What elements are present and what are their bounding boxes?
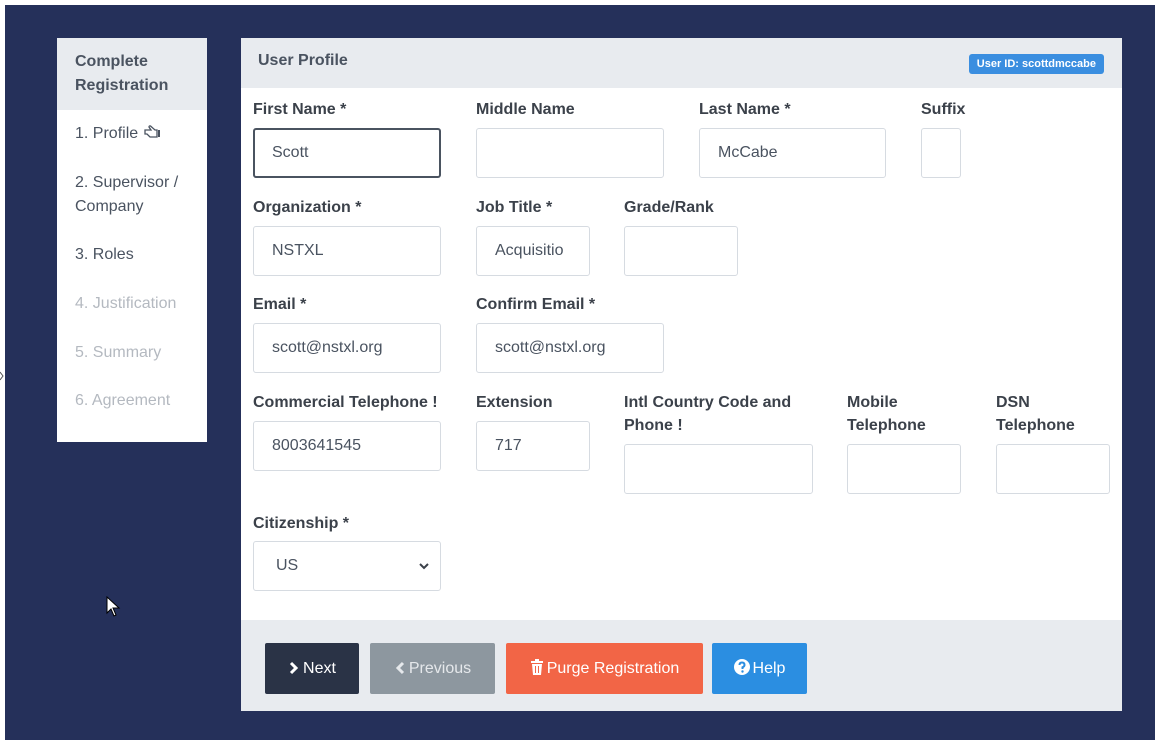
help-button-label: Help [752, 660, 786, 677]
intl-phone-label: Intl Country Code and Phone ! [624, 394, 792, 434]
trash-icon [530, 659, 543, 675]
suffix-label: Suffix [921, 101, 966, 118]
user-profile-panel: User Profile User ID: scottdmccabe First… [241, 38, 1122, 711]
commercial-telephone-input[interactable] [253, 421, 441, 471]
form-footer: Next Previous Purge Registration Help [241, 620, 1122, 711]
step-profile-label: 1. Profile [75, 125, 139, 142]
chevron-right-icon [289, 661, 299, 675]
step-agreement: 6. Agreement [75, 392, 171, 409]
next-button[interactable]: Next [265, 643, 359, 694]
mouse-cursor-icon [106, 596, 121, 617]
step-profile[interactable]: 1. Profile [57, 122, 179, 146]
chevron-down-icon [419, 563, 429, 570]
email-input[interactable] [253, 323, 441, 373]
middle-name-input[interactable] [476, 128, 664, 178]
suffix-input[interactable] [921, 128, 961, 178]
panel-header: User Profile User ID: scottdmccabe [241, 38, 1122, 88]
help-button[interactable]: Help [712, 643, 807, 694]
question-circle-icon [733, 659, 750, 675]
extension-input[interactable] [476, 421, 590, 471]
step-summary: 5. Summary [75, 344, 162, 361]
intl-phone-input[interactable] [624, 444, 813, 494]
grade-rank-input[interactable] [624, 226, 738, 276]
organization-label: Organization * [253, 199, 362, 216]
previous-button: Previous [370, 643, 495, 694]
mobile-telephone-label: Mobile Telephone [847, 394, 926, 434]
job-title-label: Job Title * [476, 199, 553, 216]
first-name-input[interactable] [253, 128, 441, 178]
citizenship-label: Citizenship * [253, 515, 350, 532]
last-name-label: Last Name * [699, 101, 791, 118]
extension-label: Extension [476, 394, 553, 411]
registration-steps-sidebar: Complete Registration 1. Profile 2. Supe… [57, 38, 207, 442]
citizenship-select[interactable]: US [253, 541, 441, 591]
email-label: Email * [253, 296, 307, 313]
confirm-email-input[interactable] [476, 323, 664, 373]
purge-registration-button[interactable]: Purge Registration [506, 643, 703, 694]
mobile-telephone-input[interactable] [847, 444, 961, 494]
first-name-label: First Name * [253, 101, 347, 118]
chevron-left-icon [395, 661, 404, 675]
window-edge-mark [0, 371, 4, 381]
purge-registration-label: Purge Registration [546, 660, 680, 677]
middle-name-label: Middle Name [476, 101, 575, 118]
pointing-hand-icon [143, 125, 160, 138]
step-roles[interactable]: 3. Roles [57, 243, 152, 267]
previous-button-label: Previous [408, 660, 472, 677]
panel-title: User Profile [258, 52, 348, 69]
next-button-label: Next [303, 660, 336, 677]
citizenship-selected-value: US [276, 557, 299, 574]
job-title-input[interactable] [476, 226, 590, 276]
grade-rank-label: Grade/Rank [624, 199, 714, 216]
last-name-input[interactable] [699, 128, 886, 178]
dsn-telephone-input[interactable] [996, 444, 1110, 494]
dsn-telephone-label: DSN Telephone [996, 394, 1075, 434]
confirm-email-label: Confirm Email * [476, 296, 596, 313]
step-justification: 4. Justification [75, 295, 177, 312]
commercial-telephone-label: Commercial Telephone ! [253, 394, 438, 411]
organization-input[interactable] [253, 226, 441, 276]
sidebar-title: Complete Registration [57, 38, 207, 110]
user-id-badge: User ID: scottdmccabe [968, 54, 1104, 74]
step-supervisor-company[interactable]: 2. Supervisor / Company [57, 171, 207, 219]
